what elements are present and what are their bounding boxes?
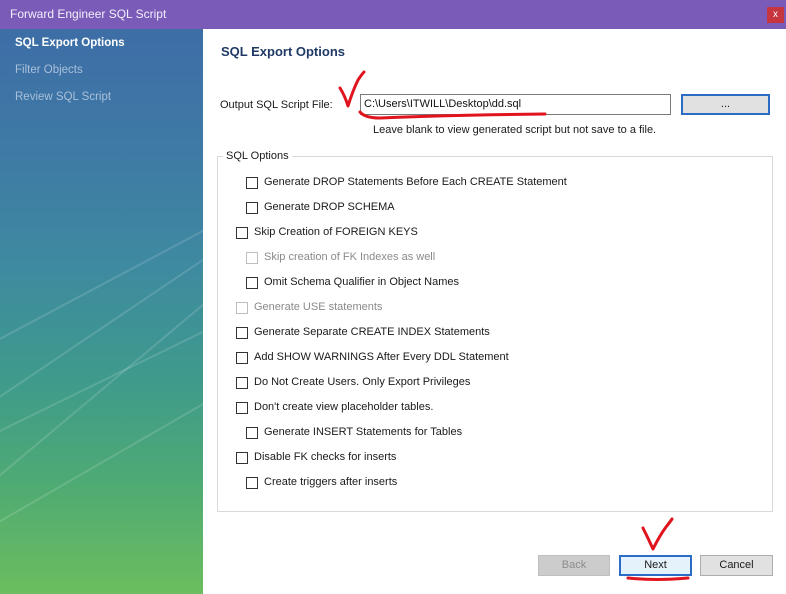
- option-label: Generate DROP Statements Before Each CRE…: [264, 176, 567, 188]
- checkbox[interactable]: [246, 202, 258, 214]
- option-label: Generate Separate CREATE INDEX Statement…: [254, 326, 490, 338]
- sidebar-item-sql-export-options[interactable]: SQL Export Options: [15, 37, 125, 49]
- checkbox[interactable]: [236, 227, 248, 239]
- option-label: Omit Schema Qualifier in Object Names: [264, 276, 460, 288]
- window-title: Forward Engineer SQL Script: [10, 7, 167, 21]
- option-label: Generate USE statements: [254, 301, 383, 313]
- output-file-input[interactable]: C:\Users\ITWILL\Desktop\dd.sql: [360, 94, 671, 115]
- option-label: Generate INSERT Statements for Tables: [264, 426, 463, 438]
- checkbox[interactable]: [246, 477, 258, 489]
- option-label: Skip Creation of FOREIGN KEYS: [254, 226, 418, 238]
- output-file-hint: Leave blank to view generated script but…: [373, 124, 657, 136]
- close-button[interactable]: x: [767, 7, 784, 23]
- wizard-sidebar: SQL Export Options Filter Objects Review…: [0, 29, 203, 594]
- main-panel: SQL Export Options Output SQL Script Fil…: [203, 29, 786, 594]
- checkbox[interactable]: [236, 452, 248, 464]
- checkbox[interactable]: [246, 277, 258, 289]
- sidebar-item-filter-objects[interactable]: Filter Objects: [15, 64, 83, 76]
- checkbox: [246, 252, 258, 264]
- page-title: SQL Export Options: [221, 44, 345, 59]
- next-button[interactable]: Next: [619, 555, 692, 576]
- option-label: Disable FK checks for inserts: [254, 451, 397, 463]
- browse-button[interactable]: ...: [681, 94, 770, 115]
- option-label: Don't create view placeholder tables.: [254, 401, 434, 413]
- option-label: Do Not Create Users. Only Export Privile…: [254, 376, 471, 388]
- option-label: Add SHOW WARNINGS After Every DDL Statem…: [254, 351, 509, 363]
- checkbox[interactable]: [236, 377, 248, 389]
- checkbox[interactable]: [236, 402, 248, 414]
- checkbox[interactable]: [246, 427, 258, 439]
- output-file-label: Output SQL Script File:: [220, 99, 333, 111]
- checkbox: [236, 302, 248, 314]
- back-button: Back: [538, 555, 610, 576]
- option-label: Generate DROP SCHEMA: [264, 201, 395, 213]
- checkbox[interactable]: [246, 177, 258, 189]
- sql-options-legend: SQL Options: [223, 150, 292, 162]
- sidebar-item-review-sql-script[interactable]: Review SQL Script: [15, 91, 111, 103]
- option-label: Create triggers after inserts: [264, 476, 398, 488]
- title-bar: Forward Engineer SQL Script x: [0, 0, 786, 29]
- cancel-button[interactable]: Cancel: [700, 555, 773, 576]
- checkbox[interactable]: [236, 327, 248, 339]
- option-label: Skip creation of FK Indexes as well: [264, 251, 436, 263]
- checkbox[interactable]: [236, 352, 248, 364]
